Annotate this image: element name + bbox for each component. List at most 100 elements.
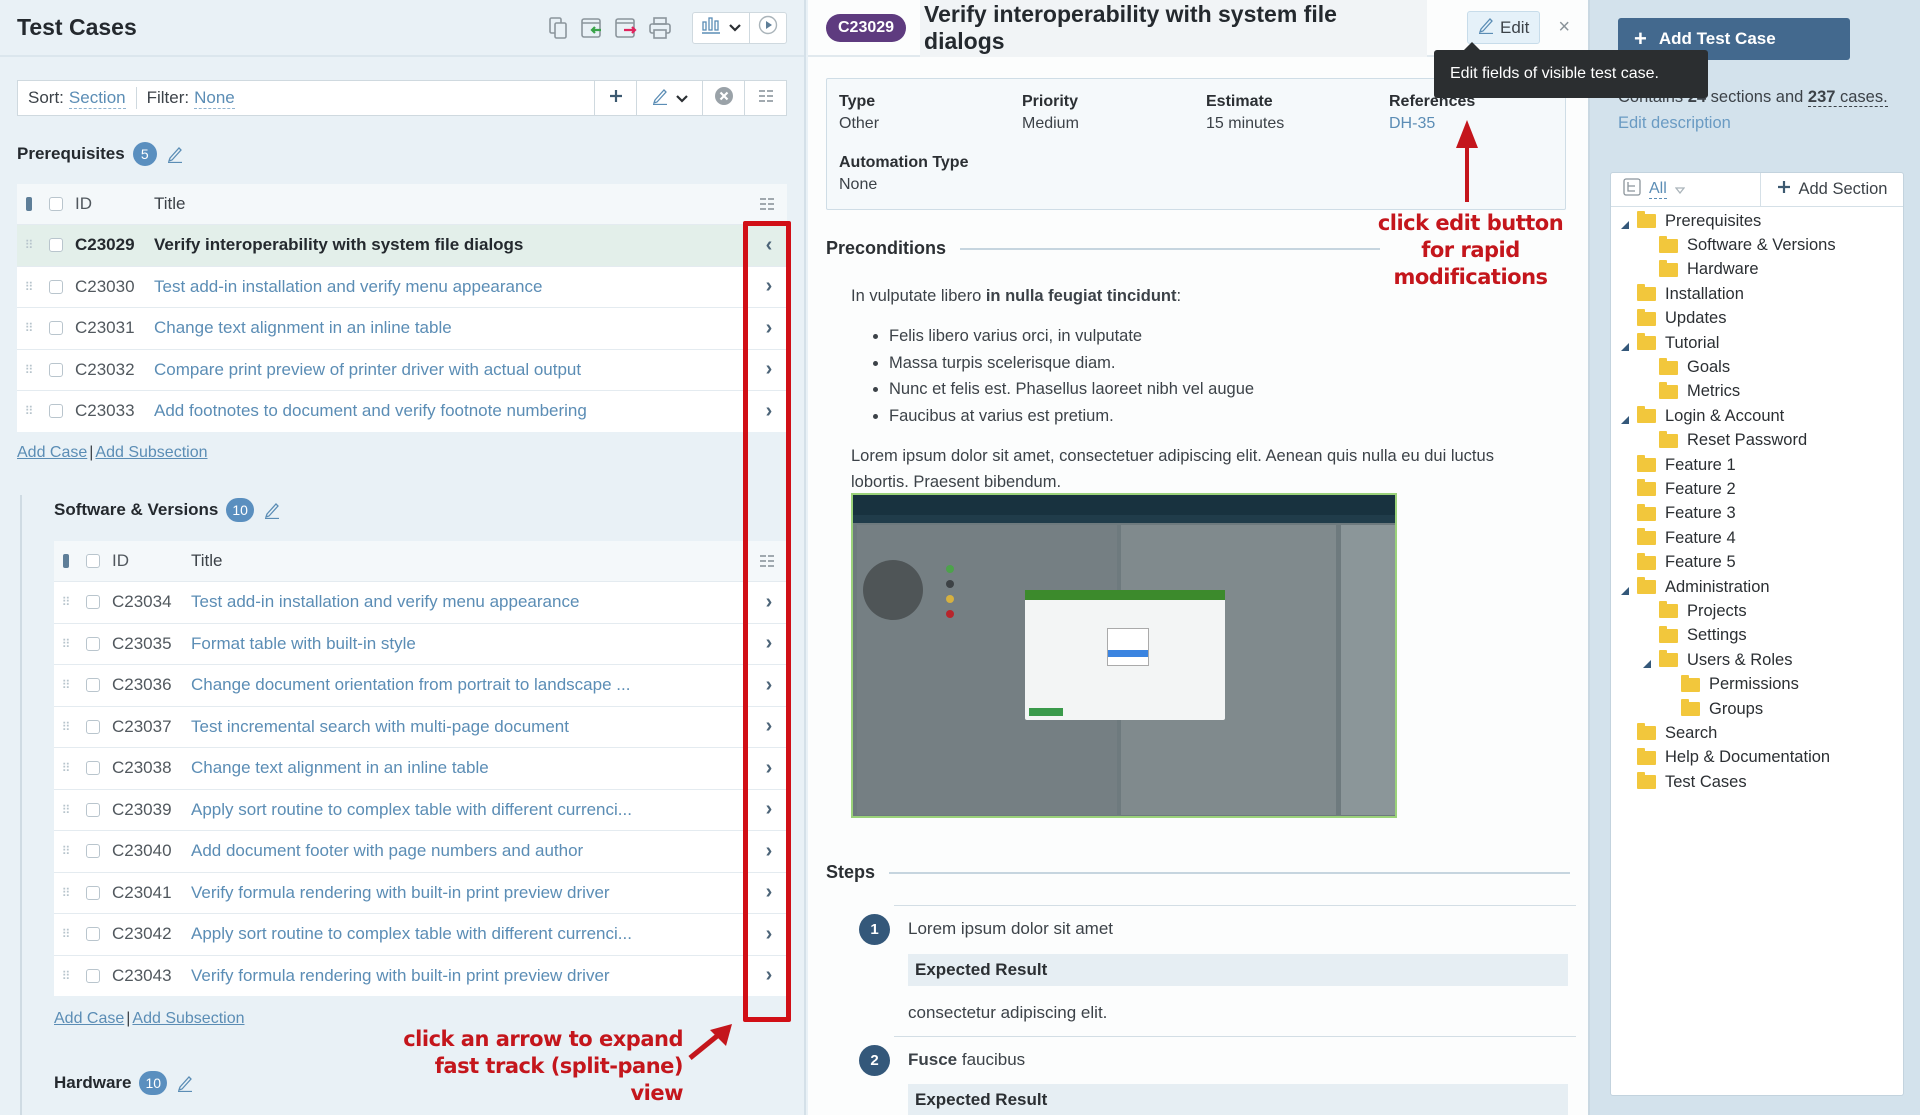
tree-node[interactable]: Hardware	[1611, 258, 1903, 282]
tree-node[interactable]: Test Cases	[1611, 770, 1903, 794]
case-title-link[interactable]: Verify formula rendering with built-in p…	[191, 966, 751, 986]
add-subsection-link[interactable]: Add Subsection	[95, 444, 207, 461]
drag-handle-icon[interactable]: ⠿	[54, 637, 78, 651]
case-title-link[interactable]: Verify interoperability with system file…	[154, 235, 751, 255]
row-checkbox[interactable]	[86, 844, 100, 859]
drag-handle-icon[interactable]: ⠿	[17, 321, 41, 335]
expand-arrow-icon[interactable]: ›	[751, 358, 787, 381]
tree-node[interactable]: Users & Roles	[1611, 648, 1903, 672]
print-icon[interactable]	[648, 16, 672, 40]
row-checkbox[interactable]	[49, 321, 63, 336]
tree-node[interactable]: Tutorial	[1611, 331, 1903, 355]
drag-handle-icon[interactable]: ⠿	[17, 280, 41, 294]
tree-node[interactable]: Search	[1611, 721, 1903, 745]
columns-icon[interactable]	[759, 553, 775, 573]
title-column-header[interactable]: Title	[191, 551, 787, 571]
case-title-link[interactable]: Change text alignment in an inline table	[191, 758, 751, 778]
table-row[interactable]: ⠿ C23035 Format table with built-in style ›	[54, 622, 787, 665]
table-row[interactable]: ⠿ C23038 Change text alignment in an inlin…	[54, 747, 787, 789]
table-row[interactable]: ⠿ C23043 Verify formula rendering with bui…	[54, 954, 787, 997]
tree-node[interactable]: Updates	[1611, 307, 1903, 331]
case-title-link[interactable]: Verify formula rendering with built-in p…	[191, 883, 751, 903]
drag-handle-icon[interactable]: ⠿	[17, 404, 41, 418]
table-row[interactable]: ⠿ C23034 Test add-in installation and veri…	[54, 581, 787, 623]
expand-toggle-icon[interactable]	[1620, 216, 1630, 229]
row-checkbox[interactable]	[86, 719, 100, 734]
expand-arrow-icon[interactable]: ›	[751, 881, 787, 904]
drag-handle-icon[interactable]: ⠿	[54, 803, 78, 817]
table-row[interactable]: ⠿ C23029 Verify interoperability with syst…	[17, 224, 787, 266]
case-title-link[interactable]: Change text alignment in an inline table	[154, 318, 751, 338]
drag-handle-icon[interactable]: ⠿	[54, 678, 78, 692]
edit-section-icon[interactable]	[177, 1074, 193, 1092]
table-row[interactable]: ⠿ C23036 Change document orientation from …	[54, 664, 787, 706]
embedded-screenshot[interactable]	[851, 493, 1397, 818]
tree-node[interactable]: Metrics	[1611, 380, 1903, 404]
drag-handle-icon[interactable]: ⠿	[54, 844, 78, 858]
edit-section-icon[interactable]	[167, 145, 183, 163]
row-checkbox[interactable]	[86, 968, 100, 983]
case-title-link[interactable]: Test add-in installation and verify menu…	[154, 277, 751, 297]
table-row[interactable]: ⠿ C23042 Apply sort routine to complex tab…	[54, 913, 787, 955]
filter-value-link[interactable]: None	[194, 88, 235, 109]
drag-handle-icon[interactable]: ⠿	[17, 363, 41, 377]
add-subsection-link[interactable]: Add Subsection	[132, 1010, 244, 1027]
tree-node[interactable]: Feature 1	[1611, 453, 1903, 477]
table-row[interactable]: ⠿ C23040 Add document footer with page num…	[54, 830, 787, 872]
tree-node[interactable]: Prerequisites	[1611, 209, 1903, 233]
expand-arrow-icon[interactable]: ›	[751, 674, 787, 697]
copy-icon[interactable]	[546, 16, 570, 40]
case-title-link[interactable]: Change document orientation from portrai…	[191, 675, 751, 695]
id-column-header[interactable]: ID	[71, 194, 154, 214]
expand-arrow-icon[interactable]: ›	[751, 632, 787, 655]
add-case-link[interactable]: Add Case	[17, 444, 87, 461]
expand-arrow-icon[interactable]: ›	[751, 840, 787, 863]
expand-arrow-icon[interactable]: ›	[751, 923, 787, 946]
run-button[interactable]	[750, 13, 786, 43]
drag-handle-icon[interactable]: ⠿	[54, 595, 78, 609]
select-all-checkbox[interactable]	[86, 554, 100, 568]
collapse-arrow-icon[interactable]: ‹	[751, 234, 787, 257]
case-title-link[interactable]: Apply sort routine to complex table with…	[191, 800, 751, 820]
add-button[interactable]	[594, 81, 636, 115]
title-column-header[interactable]: Title	[154, 194, 787, 214]
row-checkbox[interactable]	[86, 761, 100, 776]
row-checkbox[interactable]	[86, 885, 100, 900]
table-row[interactable]: ⠿ C23033 Add footnotes to document and ver…	[17, 390, 787, 432]
bulk-edit-dropdown[interactable]	[636, 81, 702, 115]
row-checkbox[interactable]	[49, 404, 63, 419]
edit-description-link[interactable]: Edit description	[1618, 114, 1731, 133]
table-row[interactable]: ⠿ C23030 Test add-in installation and veri…	[17, 265, 787, 308]
columns-button[interactable]	[744, 81, 786, 115]
edit-section-icon[interactable]	[264, 501, 280, 519]
case-title-link[interactable]: Add footnotes to document and verify foo…	[154, 401, 751, 421]
add-section-button[interactable]: Add Section	[1761, 173, 1903, 206]
expand-arrow-icon[interactable]: ›	[751, 275, 787, 298]
expand-arrow-icon[interactable]: ›	[751, 591, 787, 614]
case-title-link[interactable]: Apply sort routine to complex table with…	[191, 924, 751, 944]
tree-node[interactable]: Feature 3	[1611, 502, 1903, 526]
import-icon[interactable]	[580, 16, 604, 40]
table-row[interactable]: ⠿ C23031 Change text alignment in an inlin…	[17, 307, 787, 349]
case-title-link[interactable]: Compare print preview of printer driver …	[154, 360, 751, 380]
drag-handle-icon[interactable]: ⠿	[54, 927, 78, 941]
expand-toggle-icon[interactable]	[1642, 655, 1652, 669]
row-checkbox[interactable]	[86, 678, 100, 693]
drag-handle-icon[interactable]: ⠿	[54, 969, 78, 983]
row-checkbox[interactable]	[86, 636, 100, 651]
tree-node[interactable]: Login & Account	[1611, 404, 1903, 428]
tree-node[interactable]: Feature 4	[1611, 526, 1903, 550]
clear-filter-button[interactable]	[702, 81, 744, 115]
row-checkbox[interactable]	[86, 595, 100, 610]
expand-arrow-icon[interactable]: ›	[751, 715, 787, 738]
tree-node[interactable]: Help & Documentation	[1611, 746, 1903, 770]
tree-node[interactable]: Reset Password	[1611, 429, 1903, 453]
edit-button[interactable]: Edit	[1467, 11, 1541, 44]
tree-node[interactable]: Groups	[1611, 697, 1903, 721]
add-case-link[interactable]: Add Case	[54, 1010, 124, 1027]
expand-toggle-icon[interactable]	[1620, 582, 1630, 595]
tree-node[interactable]: Software & Versions	[1611, 233, 1903, 257]
table-row[interactable]: ⠿ C23032 Compare print preview of printer …	[17, 348, 787, 391]
drag-handle-icon[interactable]: ⠿	[17, 238, 41, 252]
expand-toggle-icon[interactable]	[1620, 411, 1630, 425]
